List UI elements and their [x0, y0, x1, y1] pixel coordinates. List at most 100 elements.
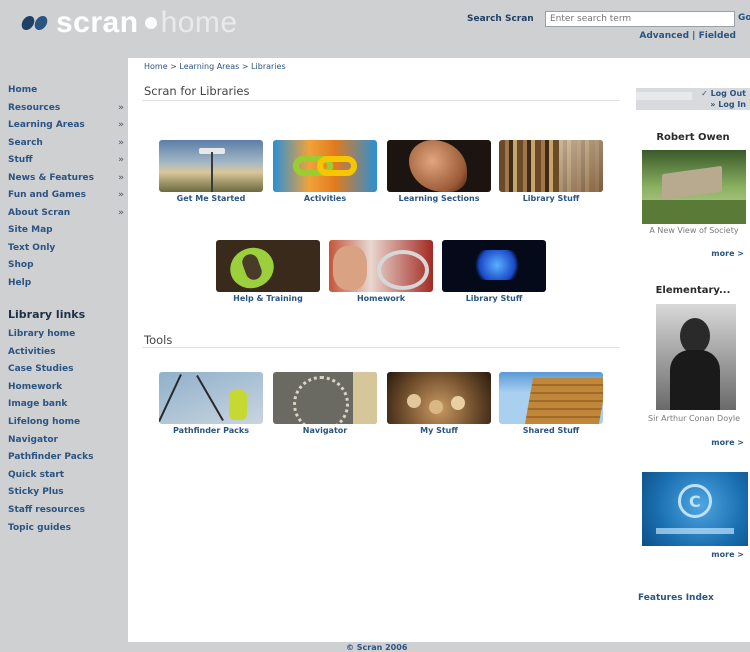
chevron-right-icon: » [118, 190, 124, 200]
nav-item-label: Fun and Games [8, 190, 87, 200]
library-link-case-studies[interactable]: Case Studies [8, 364, 128, 382]
homework-image [329, 240, 433, 292]
library-link-pathfinder-packs[interactable]: Pathfinder Packs [8, 452, 128, 470]
logo-text: scran [56, 6, 139, 39]
nav-item-fun-and-games[interactable]: Fun and Games » [8, 190, 128, 208]
nav-item-learning-areas[interactable]: Learning Areas » [8, 120, 128, 138]
header-bar: scran home Search Scran Go Advanced | Fi… [0, 0, 750, 58]
tile-homework[interactable]: Homework [329, 240, 433, 303]
login-panel-bar [636, 92, 692, 100]
chevron-right-icon: » [118, 207, 124, 218]
tile-get-me-started[interactable]: Get Me Started [159, 140, 263, 203]
nav-item-label: Stuff [8, 155, 33, 165]
chevron-right-icon: » [118, 102, 124, 113]
tile-activities[interactable]: Activities [273, 140, 377, 203]
help-training-image [216, 240, 320, 292]
nav-item-label: Resources [8, 102, 61, 113]
nav-item-news-features[interactable]: News & Features » [8, 173, 128, 191]
breadcrumb[interactable]: Home > Learning Areas > Libraries [144, 62, 286, 71]
library-link-homework[interactable]: Homework [8, 382, 128, 400]
my-stuff-image [387, 372, 491, 424]
tile-caption: Homework [356, 294, 406, 303]
feature-title-robert-owen: Robert Owen [656, 132, 730, 143]
library-link-library-home[interactable]: Library home [8, 329, 128, 347]
library-link-lifelong-home[interactable]: Lifelong home [8, 417, 128, 435]
tile-caption: Pathfinder Packs [173, 426, 249, 435]
logo-dot-icon [144, 17, 157, 29]
tile-caption: Learning Sections [398, 194, 480, 203]
library-links-list: Library home Activities Case Studies Homewo… [8, 329, 128, 540]
nav-item-about-scran[interactable]: About Scran » [8, 208, 128, 226]
page-title: Scran for Libraries [144, 84, 250, 98]
pathfinder-image [159, 372, 263, 424]
tool-shared-stuff[interactable]: Shared Stuff [499, 372, 603, 435]
tool-my-stuff[interactable]: My Stuff [387, 372, 491, 435]
library-link-staff-resources[interactable]: Staff resources [8, 505, 128, 523]
nav-item-label: About Scran [8, 207, 71, 218]
tile-caption: Get Me Started [176, 194, 246, 203]
logo-home-text: home [160, 6, 238, 39]
log-in-link[interactable]: » Log In [710, 100, 746, 109]
scran-logo[interactable]: scran home [20, 6, 238, 39]
chevron-right-icon: » [118, 172, 124, 183]
library-link-quick-start[interactable]: Quick start [8, 470, 128, 488]
library-link-navigator[interactable]: Navigator [8, 435, 128, 453]
chevron-right-icon: » [118, 155, 124, 165]
chevron-right-icon: » [118, 120, 124, 130]
nav-item-resources[interactable]: Resources » [8, 103, 128, 121]
tile-learning-sections[interactable]: Learning Sections [387, 140, 491, 203]
right-sidebar: ✓ Log Out » Log In Robert Owen A New Vie… [636, 58, 750, 652]
nav-item-site-map[interactable]: Site Map [8, 225, 128, 243]
advanced-fielded-links[interactable]: Advanced | Fielded [639, 31, 736, 41]
nav-item-search[interactable]: Search » [8, 138, 128, 156]
tools-divider [142, 347, 620, 348]
nav-item-help[interactable]: Help [8, 278, 128, 296]
library-link-sticky-plus[interactable]: Sticky Plus [8, 487, 128, 505]
search-label: Search Scran [467, 14, 534, 24]
features-index-link[interactable]: Features Index [638, 593, 714, 603]
title-divider [142, 100, 620, 101]
library-link-image-bank[interactable]: Image bank [8, 399, 128, 417]
nav-item-label: Shop [8, 260, 34, 270]
nav-item-shop[interactable]: Shop [8, 260, 128, 278]
feature-caption: A New View of Society [649, 226, 739, 235]
scran-logo-icon [20, 12, 52, 34]
tile-help-training[interactable]: Help & Training [216, 240, 320, 303]
tile-library-stuff[interactable]: Library Stuff [499, 140, 603, 203]
nav-item-label: Text Only [8, 242, 56, 253]
more-link[interactable]: more > [711, 249, 744, 258]
nav-item-stuff[interactable]: Stuff » [8, 155, 128, 173]
copyright-text: © Scran 2006 [346, 643, 408, 652]
xray-hand-image [442, 240, 546, 292]
tile-caption: Library Stuff [522, 194, 580, 203]
nav-item-home[interactable]: Home [8, 85, 128, 103]
search-input[interactable] [545, 11, 735, 27]
get-me-started-image [159, 140, 263, 192]
login-panel: ✓ Log Out » Log In [636, 88, 750, 110]
copyright-feature-image[interactable]: C [642, 472, 748, 546]
nav-item-label: News & Features [8, 172, 94, 183]
tile-caption: Help & Training [233, 294, 303, 303]
tool-pathfinder-packs[interactable]: Pathfinder Packs [159, 372, 263, 435]
tool-navigator[interactable]: Navigator [273, 372, 377, 435]
log-out-link[interactable]: ✓ Log Out [701, 89, 746, 98]
library-link-activities[interactable]: Activities [8, 347, 128, 365]
tile-caption: Navigator [302, 426, 348, 435]
search-go-button[interactable]: Go [738, 13, 750, 23]
nav-item-label: Site Map [8, 225, 53, 235]
learning-sections-image [387, 140, 491, 192]
tile-caption: Library Stuff [465, 294, 523, 303]
tile-library-stuff-2[interactable]: Library Stuff [442, 240, 546, 303]
more-link[interactable]: more > [711, 438, 744, 447]
main-nav-list: Home Resources» Learning Areas» Search» Stuf… [8, 85, 128, 295]
nav-item-label: Learning Areas [8, 120, 85, 130]
robert-owen-image[interactable] [642, 150, 746, 224]
library-stuff-image [499, 140, 603, 192]
library-link-topic-guides[interactable]: Topic guides [8, 523, 128, 541]
feature-title-elementary: Elementary... [655, 285, 731, 296]
feature-caption: Sir Arthur Conan Doyle [647, 414, 740, 423]
conan-doyle-image[interactable] [656, 304, 736, 410]
more-link[interactable]: more > [711, 550, 744, 559]
nav-item-text-only[interactable]: Text Only [8, 243, 128, 261]
activities-image [273, 140, 377, 192]
